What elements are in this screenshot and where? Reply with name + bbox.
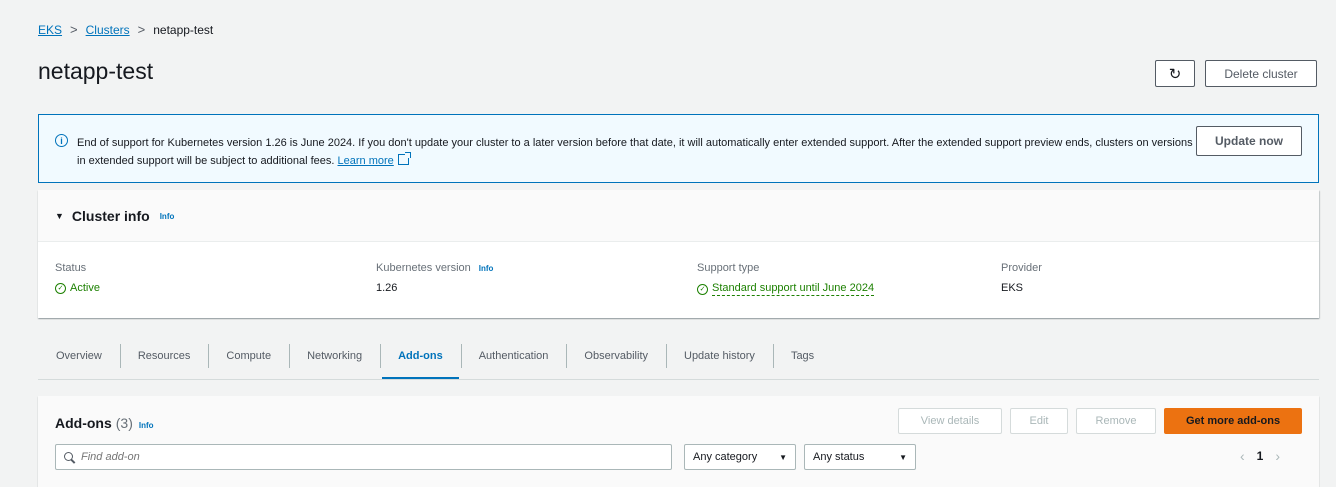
breadcrumb-separator: > bbox=[137, 22, 146, 37]
check-circle-icon: ✓ bbox=[55, 282, 66, 294]
tab-overview[interactable]: Overview bbox=[38, 336, 120, 376]
chevron-left-icon[interactable]: ‹ bbox=[1240, 448, 1245, 464]
status-select[interactable]: Any status ▼ bbox=[804, 444, 916, 470]
add-ons-header: Add-ons (3) Info View details Edit Remov… bbox=[38, 396, 1319, 487]
tab-tags[interactable]: Tags bbox=[772, 336, 832, 376]
breadcrumb-separator: > bbox=[70, 22, 78, 37]
kubernetes-version-info-link[interactable]: Info bbox=[479, 264, 494, 273]
refresh-button[interactable]: ↻ bbox=[1155, 60, 1195, 87]
status-column: Status ✓ Active bbox=[55, 262, 100, 294]
find-add-on-input[interactable] bbox=[81, 451, 641, 463]
add-ons-title: Add-ons (3) Info bbox=[55, 415, 154, 431]
breadcrumb-clusters[interactable]: Clusters bbox=[86, 23, 130, 37]
add-ons-panel: Add-ons (3) Info View details Edit Remov… bbox=[38, 396, 1319, 487]
cluster-info-card: ▼ Cluster info Info Status ✓ Active Kube… bbox=[38, 190, 1319, 318]
pagination: ‹ 1 › bbox=[1240, 448, 1280, 464]
get-more-add-ons-button[interactable]: Get more add-ons bbox=[1164, 408, 1302, 434]
provider-label: Provider bbox=[1001, 262, 1042, 274]
caret-down-icon: ▼ bbox=[899, 452, 907, 462]
status-text: Active bbox=[70, 282, 100, 294]
edit-button[interactable]: Edit bbox=[1010, 408, 1068, 434]
tab-compute[interactable]: Compute bbox=[208, 336, 289, 376]
chevron-right-icon[interactable]: › bbox=[1275, 448, 1280, 464]
eks-cluster-page: EKS > Clusters > netapp-test netapp-test… bbox=[0, 0, 1336, 487]
cluster-tabs: Overview Resources Compute Networking Ad… bbox=[38, 336, 1319, 380]
find-add-on-search[interactable] bbox=[55, 444, 672, 470]
tab-add-ons[interactable]: Add-ons bbox=[380, 336, 461, 379]
support-type-value[interactable]: ✓ Standard support until June 2024 bbox=[697, 282, 875, 296]
tab-observability[interactable]: Observability bbox=[566, 336, 666, 376]
kubernetes-version-label-text: Kubernetes version bbox=[376, 262, 471, 274]
cluster-info-header[interactable]: ▼ Cluster info Info bbox=[38, 190, 1319, 242]
kubernetes-version-column: Kubernetes version Info 1.26 bbox=[376, 262, 493, 294]
add-ons-heading: Add-ons bbox=[55, 415, 112, 431]
tab-networking[interactable]: Networking bbox=[289, 336, 380, 376]
learn-more-link[interactable]: Learn more bbox=[338, 155, 394, 167]
add-ons-info-link[interactable]: Info bbox=[139, 421, 154, 430]
status-select-value: Any status bbox=[813, 451, 865, 463]
page-title: netapp-test bbox=[38, 58, 154, 84]
caret-down-icon[interactable]: ▼ bbox=[55, 211, 64, 221]
info-circle-icon: i bbox=[55, 134, 68, 147]
delete-cluster-button[interactable]: Delete cluster bbox=[1205, 60, 1317, 87]
category-select-value: Any category bbox=[693, 451, 758, 463]
view-details-button[interactable]: View details bbox=[898, 408, 1002, 434]
breadcrumb-eks[interactable]: EKS bbox=[38, 23, 62, 37]
tab-resources[interactable]: Resources bbox=[119, 336, 209, 376]
tab-authentication[interactable]: Authentication bbox=[460, 336, 567, 376]
support-type-label: Support type bbox=[697, 262, 760, 274]
cluster-info-info-link[interactable]: Info bbox=[160, 212, 175, 221]
cluster-info-heading: Cluster info bbox=[71, 208, 150, 224]
breadcrumb: EKS > Clusters > netapp-test bbox=[38, 22, 213, 37]
category-select[interactable]: Any category ▼ bbox=[684, 444, 796, 470]
check-circle-icon: ✓ bbox=[697, 283, 708, 295]
cluster-info-title: ▼ Cluster info Info bbox=[55, 208, 174, 224]
support-type-column: Support type ✓ Standard support until Ju… bbox=[697, 262, 875, 296]
add-ons-count: (3) bbox=[115, 415, 133, 431]
update-now-button[interactable]: Update now bbox=[1196, 126, 1302, 156]
kubernetes-version-label: Kubernetes version Info bbox=[376, 262, 493, 274]
status-label: Status bbox=[55, 262, 87, 274]
search-icon bbox=[64, 451, 75, 463]
remove-button[interactable]: Remove bbox=[1076, 408, 1156, 434]
refresh-icon: ↻ bbox=[1168, 65, 1182, 83]
caret-down-icon: ▼ bbox=[779, 452, 787, 462]
support-type-text: Standard support until June 2024 bbox=[712, 282, 875, 296]
banner-text: End of support for Kubernetes version 1.… bbox=[77, 137, 1193, 167]
provider-column: Provider EKS bbox=[1001, 262, 1042, 294]
external-link-icon bbox=[397, 152, 411, 165]
banner-message: End of support for Kubernetes version 1.… bbox=[77, 134, 1197, 170]
tab-update-history[interactable]: Update history bbox=[666, 336, 773, 376]
status-value: ✓ Active bbox=[55, 282, 100, 294]
page-number[interactable]: 1 bbox=[1257, 449, 1264, 463]
kubernetes-version-value: 1.26 bbox=[376, 282, 398, 294]
breadcrumb-current: netapp-test bbox=[153, 22, 214, 37]
end-of-support-banner: i End of support for Kubernetes version … bbox=[38, 114, 1319, 183]
provider-value: EKS bbox=[1001, 282, 1024, 294]
